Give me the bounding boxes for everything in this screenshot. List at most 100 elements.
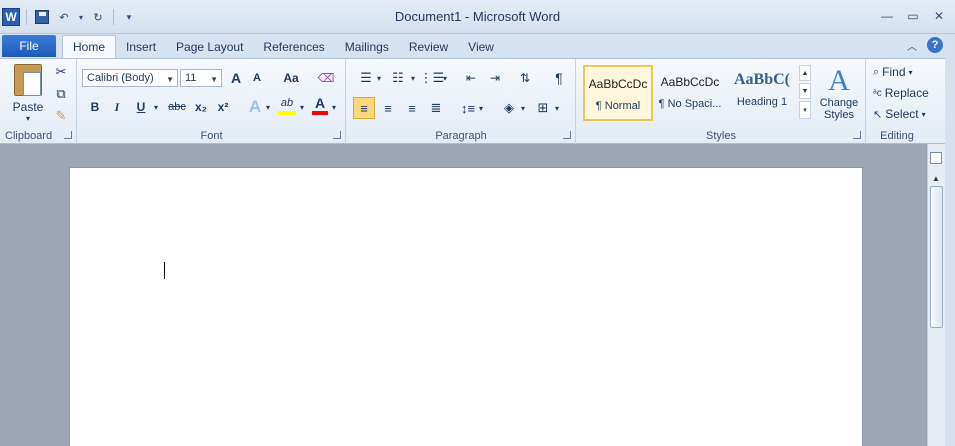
superscript-button[interactable]: x² [214, 97, 232, 117]
replace-button[interactable]: ᵃc Replace [873, 84, 933, 102]
paste-button[interactable]: Paste ▾ [8, 63, 48, 123]
editing-group-label: Editing [880, 130, 914, 142]
paragraph-group-label: Paragraph [435, 130, 487, 142]
grow-font-button[interactable]: A [226, 69, 246, 87]
ribbon: Paste ▾ ✂ ⧉ ✎ Clipboard Calibri (Body) ▼… [0, 58, 955, 144]
change-styles-icon: A [828, 64, 850, 97]
style-normal-name: ¶ Normal [595, 100, 641, 112]
style-no-spacing[interactable]: AaBbCcDc ¶ No Spaci... [655, 65, 725, 121]
underline-dropdown-icon[interactable]: ▾ [152, 97, 160, 117]
scrollbar-thumb[interactable] [930, 186, 943, 328]
bullets-icon[interactable]: ☰ [355, 69, 377, 87]
style-no-spacing-sample: AaBbCcDc [660, 75, 720, 89]
line-spacing-icon[interactable]: ↕≡ [457, 97, 479, 119]
show-marks-icon[interactable]: ¶ [549, 69, 569, 87]
text-effects-button[interactable]: A [246, 97, 264, 117]
paragraph-launcher-icon[interactable] [563, 131, 571, 139]
numbering-icon[interactable]: ☷ [387, 69, 409, 87]
subscript-button[interactable]: x₂ [192, 97, 210, 117]
borders-dropdown-icon[interactable]: ▾ [553, 97, 561, 119]
restore-icon[interactable]: ▭ [905, 8, 921, 24]
align-left-icon[interactable]: ≡ [353, 97, 375, 119]
bullets-dropdown-icon[interactable]: ▾ [375, 69, 383, 87]
strikethrough-button[interactable]: abc [166, 97, 188, 117]
find-icon: ⌕ [873, 65, 880, 78]
help-icon[interactable]: ? [927, 37, 943, 53]
select-button[interactable]: ↖ Select ▾ [873, 105, 931, 123]
bold-button[interactable]: B [86, 97, 104, 117]
tab-references[interactable]: References [253, 35, 334, 58]
font-size-dropdown-icon: ▼ [210, 75, 218, 84]
minimize-icon[interactable]: — [879, 8, 895, 24]
style-heading-1-sample: AaBbC( [733, 71, 790, 88]
tab-file[interactable]: File [2, 35, 56, 57]
paste-icon [14, 63, 42, 96]
change-styles-button[interactable]: A Change Styles [815, 61, 863, 125]
clipboard-group: Paste ▾ ✂ ⧉ ✎ Clipboard [0, 59, 77, 144]
clear-formatting-icon[interactable]: ⌫ [316, 69, 336, 87]
line-spacing-dropdown-icon[interactable]: ▾ [477, 97, 485, 119]
font-size-combo[interactable]: 11 ▼ [180, 69, 222, 87]
tab-page-layout[interactable]: Page Layout [166, 35, 253, 58]
highlight-dropdown-icon[interactable]: ▾ [298, 97, 306, 117]
shading-icon[interactable]: ◈ [499, 97, 519, 119]
close-icon[interactable]: ✕ [931, 8, 947, 24]
borders-icon[interactable]: ⊞ [533, 97, 553, 119]
copy-icon[interactable]: ⧉ [52, 85, 70, 103]
change-case-button[interactable]: Aa [278, 69, 304, 87]
decrease-indent-icon[interactable]: ⇤ [461, 69, 481, 87]
numbering-dropdown-icon[interactable]: ▾ [409, 69, 417, 87]
replace-label: Replace [884, 86, 929, 100]
vertical-scrollbar[interactable]: ▲ [927, 144, 945, 446]
font-launcher-icon[interactable] [333, 131, 341, 139]
italic-button[interactable]: I [108, 97, 126, 117]
styles-scroll-up-icon[interactable]: ▲ [799, 65, 811, 81]
window-controls: — ▭ ✕ [879, 8, 947, 24]
format-painter-icon[interactable]: ✎ [52, 107, 70, 125]
align-center-icon[interactable]: ≡ [377, 97, 399, 119]
multilevel-dropdown-icon[interactable]: ▾ [441, 69, 449, 87]
style-normal[interactable]: AaBbCcDc ¶ Normal [583, 65, 653, 121]
tab-review[interactable]: Review [399, 35, 458, 58]
font-color-dropdown-icon[interactable]: ▾ [330, 97, 338, 117]
find-label: Find [882, 65, 906, 79]
shrink-font-button[interactable]: A [248, 69, 266, 87]
view-ruler-icon[interactable] [930, 152, 942, 164]
style-heading-1-name: Heading 1 [736, 96, 788, 108]
text-cursor [164, 262, 165, 279]
font-name-dropdown-icon: ▼ [166, 75, 174, 84]
font-color-button[interactable]: A [312, 95, 328, 115]
highlight-button[interactable]: ab [278, 95, 296, 115]
tab-home[interactable]: Home [62, 35, 117, 58]
styles-more-icon[interactable]: ▾ [799, 101, 811, 119]
justify-icon[interactable]: ≣ [425, 97, 447, 119]
underline-button[interactable]: U [132, 97, 150, 117]
select-icon: ↖ [873, 108, 883, 121]
paragraph-group: ☰ ▾ ☷ ▾ ⋮☰ ▾ ⇤ ⇥ ⇅ ¶ ≡ ≡ ≡ ≣ ↕≡ ▾ ◈ ▾ ⊞ … [347, 59, 576, 144]
clipboard-launcher-icon[interactable] [64, 131, 72, 139]
find-button[interactable]: ⌕ Find ▾ [873, 63, 927, 81]
ribbon-tabs-row: File Home Insert Page Layout References … [0, 34, 955, 58]
styles-scroll-down-icon[interactable]: ▼ [799, 83, 811, 99]
minimize-ribbon-icon[interactable]: ︿ [907, 38, 917, 53]
styles-launcher-icon[interactable] [853, 131, 861, 139]
document-page[interactable] [69, 167, 863, 446]
window-right-edge [945, 34, 955, 446]
shading-dropdown-icon[interactable]: ▾ [519, 97, 527, 119]
tab-insert[interactable]: Insert [116, 35, 166, 58]
scroll-up-icon[interactable]: ▲ [932, 174, 940, 183]
multilevel-list-icon[interactable]: ⋮☰ [420, 69, 445, 87]
font-name-combo[interactable]: Calibri (Body) ▼ [82, 69, 178, 87]
text-effects-dropdown-icon[interactable]: ▾ [264, 97, 272, 117]
increase-indent-icon[interactable]: ⇥ [485, 69, 505, 87]
help-area: ︿ ? [907, 37, 943, 53]
sort-icon[interactable]: ⇅ [515, 69, 535, 87]
style-heading-1[interactable]: AaBbC( Heading 1 [727, 65, 797, 121]
document-area [0, 144, 927, 446]
align-right-icon[interactable]: ≡ [401, 97, 423, 119]
cut-icon[interactable]: ✂ [52, 63, 70, 81]
font-group: Calibri (Body) ▼ 11 ▼ A A Aa ⌫ B I U ▾ a… [78, 59, 346, 144]
tab-mailings[interactable]: Mailings [335, 35, 399, 58]
tab-view[interactable]: View [458, 35, 504, 58]
style-normal-sample: AaBbCcDc [588, 77, 648, 91]
